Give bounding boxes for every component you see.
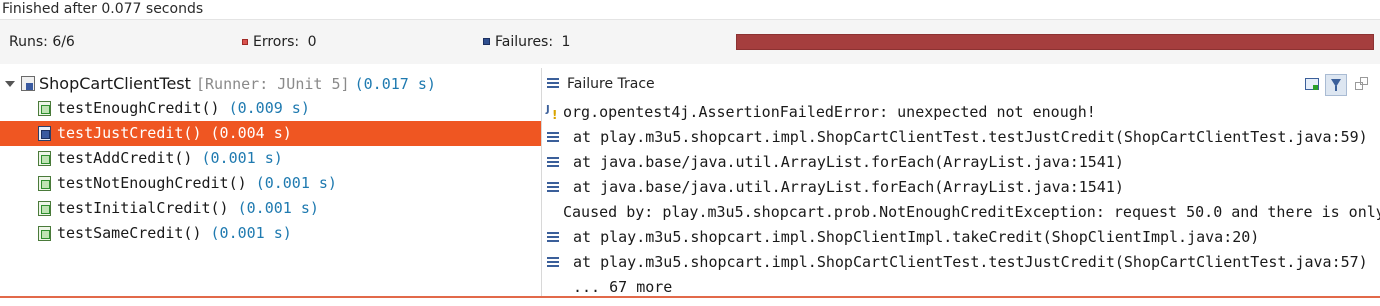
tree-root-suite[interactable]: ShopCartClientTest [Runner: JUnit 5] (0.… xyxy=(0,72,541,96)
test-time: (0.001 s) xyxy=(201,149,283,167)
failures-value: 1 xyxy=(561,34,571,50)
test-failed-icon xyxy=(38,126,51,141)
suite-time: (0.017 s) xyxy=(354,75,436,93)
test-time: (0.001 s) xyxy=(255,174,337,192)
errors-label: Errors: xyxy=(253,34,300,50)
test-name: testNotEnoughCredit() xyxy=(57,174,247,192)
stack-frame-icon xyxy=(547,232,559,244)
test-name: testInitialCredit() xyxy=(57,199,229,217)
pane-splitter[interactable] xyxy=(541,68,542,300)
test-passed-icon xyxy=(38,176,51,191)
suite-runner: [Runner: JUnit 5] xyxy=(196,75,350,93)
failures-label: Failures: xyxy=(495,34,554,50)
test-row[interactable]: testNotEnoughCredit() (0.001 s) xyxy=(0,171,541,196)
status-message: Finished after 0.077 seconds xyxy=(0,0,1380,20)
test-row[interactable]: testEnoughCredit() (0.009 s) xyxy=(0,96,541,121)
results-panes: ShopCartClientTest [Runner: JUnit 5] (0.… xyxy=(0,64,1380,300)
bottom-border xyxy=(0,296,1380,306)
runs-counter: Runs: 6/6 xyxy=(9,33,75,51)
suite-name: ShopCartClientTest xyxy=(39,74,191,93)
test-passed-icon xyxy=(38,101,51,116)
test-time: (0.004 s) xyxy=(210,124,292,142)
errors-counter: Errors: 0 xyxy=(242,33,317,51)
test-name: testEnoughCredit() xyxy=(57,99,220,117)
stack-trace-icon xyxy=(547,78,559,89)
test-passed-icon xyxy=(38,201,51,216)
test-passed-icon xyxy=(38,151,51,166)
filter-stack-trace-icon[interactable] xyxy=(1325,74,1347,96)
counters-bar: Runs: 6/6 Errors: 0 Failures: 1 xyxy=(0,20,1380,64)
failure-trace-list: J! org.opentest4j.AssertionFailedError: … xyxy=(546,103,1380,296)
test-name: testAddCredit() xyxy=(57,149,193,167)
stack-frame-icon xyxy=(547,132,559,144)
test-row-selected[interactable]: testJustCredit() (0.004 s) xyxy=(0,121,541,146)
errors-value: 0 xyxy=(307,34,317,50)
test-time: (0.001 s) xyxy=(210,224,292,242)
test-progress-bar xyxy=(736,34,1374,50)
failure-trace-header: Failure Trace xyxy=(547,72,1380,96)
compare-result-icon[interactable] xyxy=(1301,74,1323,96)
exception-icon: J! xyxy=(546,104,558,122)
test-suite-icon xyxy=(21,76,35,91)
failure-icon xyxy=(483,38,490,45)
test-row[interactable]: testAddCredit() (0.001 s) xyxy=(0,146,541,171)
stack-frame-icon xyxy=(547,182,559,194)
test-time: (0.001 s) xyxy=(237,199,319,217)
copy-trace-icon[interactable] xyxy=(1351,74,1373,96)
failures-counter: Failures: 1 xyxy=(483,33,570,51)
test-name: testJustCredit() xyxy=(57,124,202,142)
test-passed-icon xyxy=(38,226,51,241)
test-row[interactable]: testSameCredit() (0.001 s) xyxy=(0,221,541,246)
test-time: (0.009 s) xyxy=(228,99,310,117)
expand-toggle-icon[interactable] xyxy=(5,81,15,87)
test-name: testSameCredit() xyxy=(57,224,202,242)
failure-trace-title: Failure Trace xyxy=(567,76,655,92)
runs-label: Runs: xyxy=(9,34,48,50)
test-row[interactable]: testInitialCredit() (0.001 s) xyxy=(0,196,541,221)
stack-frame-icon xyxy=(547,157,559,169)
stack-frame-icon xyxy=(547,257,559,269)
error-icon xyxy=(242,39,248,45)
runs-value: 6/6 xyxy=(52,34,75,50)
